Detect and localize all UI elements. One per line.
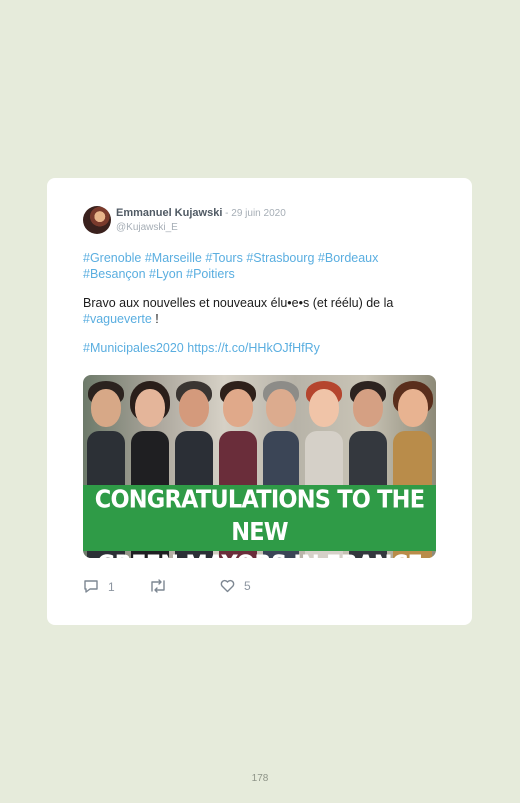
tweet-header: Emmanuel Kujawski - 29 juin 2020 @Kujaws… (116, 207, 286, 234)
tweet-card: Emmanuel Kujawski - 29 juin 2020 @Kujaws… (47, 178, 472, 625)
banner-line: CONGRATULATIONS TO THE NEW (94, 484, 425, 547)
tweet-date[interactable]: 29 juin 2020 (231, 208, 286, 219)
body-text: Bravo aux nouvelles et nouveaux élu•e•s … (83, 296, 394, 310)
body-end: ! (151, 311, 159, 326)
hashtag-link[interactable]: #vagueverte (83, 312, 152, 326)
hashtag-link[interactable]: #Besançon (83, 267, 146, 281)
retweet-button[interactable] (149, 579, 176, 593)
tweet-body: Bravo aux nouvelles et nouveaux élu•e•s … (83, 296, 443, 327)
hashtag-link[interactable]: #Marseille (145, 251, 202, 265)
reply-count: 1 (108, 579, 115, 594)
hashtag-link[interactable]: #Tours (205, 251, 243, 265)
page-number: 178 (251, 773, 269, 784)
banner-caption: CONGRATULATIONS TO THE NEW GREEN MAYORS … (83, 484, 436, 558)
url-link[interactable]: https://t.co/HHkOJfHfRy (187, 341, 320, 355)
hashtag-link[interactable]: #Strasbourg (246, 251, 314, 265)
hashtag-link[interactable]: #Poitiers (186, 267, 235, 281)
tweet-text: #Grenoble #Marseille #Tours #Strasbourg … (83, 251, 443, 371)
hashtag-line: #Grenoble #Marseille #Tours #Strasbourg … (83, 251, 443, 282)
like-count: 5 (244, 579, 251, 593)
hashtag-link[interactable]: #Grenoble (83, 251, 141, 265)
retweet-icon (149, 579, 167, 593)
author-name[interactable]: Emmanuel Kujawski (116, 207, 222, 219)
avatar[interactable] (83, 206, 111, 234)
hashtag-link[interactable]: #Municipales2020 (83, 341, 184, 355)
heart-icon (220, 579, 235, 593)
tweet-media-image[interactable]: CONGRATULATIONS TO THE NEW GREEN MAYORS … (83, 375, 436, 558)
hashtag-link[interactable]: #Bordeaux (318, 251, 378, 265)
like-button[interactable]: 5 (220, 579, 251, 593)
reply-icon (83, 579, 99, 594)
reply-button[interactable]: 1 (83, 579, 115, 594)
author-handle[interactable]: @Kujawski_E (116, 221, 286, 234)
hashtag-link[interactable]: #Lyon (149, 267, 183, 281)
tweet-footer-links: #Municipales2020 https://t.co/HHkOJfHfRy (83, 341, 443, 357)
date-separator: - (222, 208, 232, 219)
banner-line: GREEN MAYORS IN FRANCE (83, 549, 436, 558)
